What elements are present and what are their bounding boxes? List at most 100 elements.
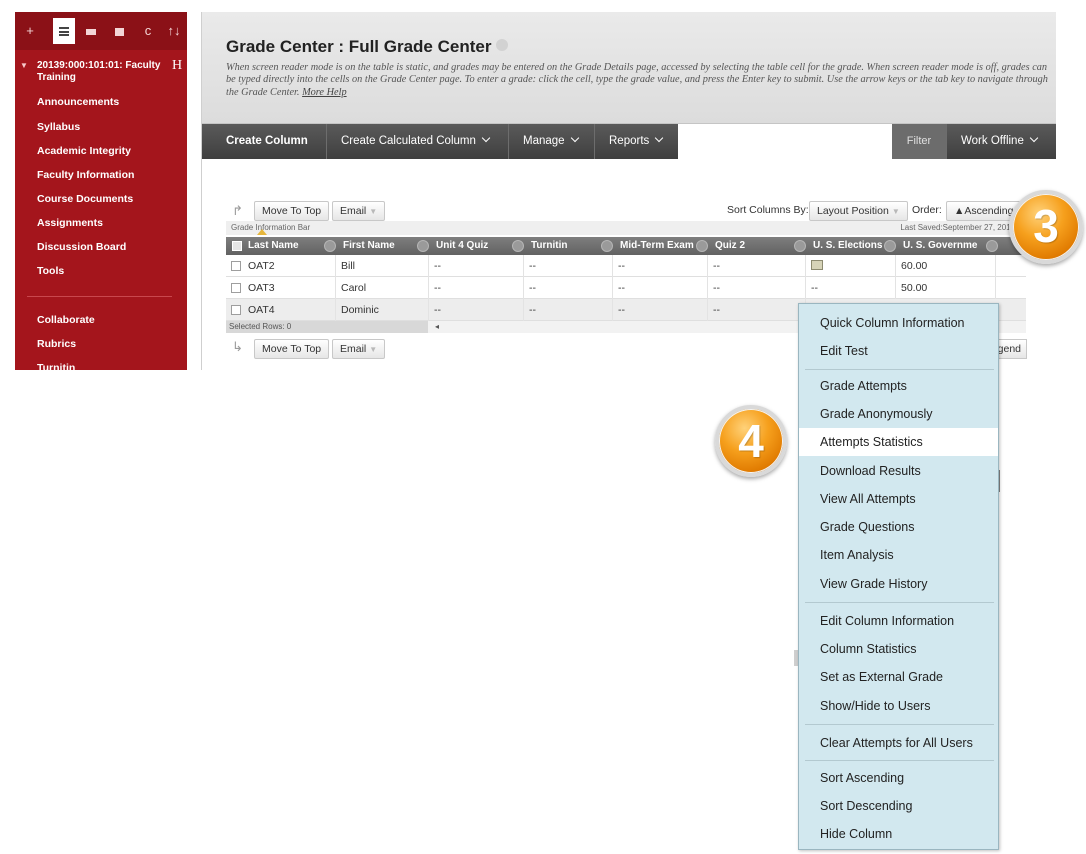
collapse-caret-icon[interactable]: ▼ — [20, 61, 28, 70]
page-description: When screen reader mode is on the table … — [226, 62, 1051, 99]
cell-last-name[interactable]: OAT4 — [243, 299, 336, 321]
page-header: Grade Center : Full Grade Center When sc… — [202, 12, 1056, 124]
menu-item-edit-column-information[interactable]: Edit Column Information — [799, 607, 998, 635]
column-options-icon[interactable] — [794, 240, 806, 252]
menu-item-quick-column-information[interactable]: Quick Column Information — [799, 309, 998, 337]
sidebar-item-collaborate[interactable]: Collaborate — [37, 314, 95, 326]
menu-item-sort-descending[interactable]: Sort Descending — [799, 792, 998, 820]
refresh-icon[interactable]: c — [137, 18, 159, 44]
sidebar-item-discussion-board[interactable]: Discussion Board — [37, 241, 126, 253]
column-options-icon[interactable] — [601, 240, 613, 252]
menu-item-grade-questions[interactable]: Grade Questions — [799, 513, 998, 541]
grade-cell[interactable]: -- — [613, 299, 708, 321]
email-button-bottom[interactable]: Email ▼ — [332, 339, 386, 359]
grade-cell[interactable]: 50.00 — [896, 277, 996, 299]
column-header-last-name[interactable]: Last Name — [248, 237, 299, 255]
sidebar-item-rubrics[interactable]: Rubrics — [37, 338, 76, 350]
sidebar-item-announcements[interactable]: Announcements — [37, 96, 119, 108]
column-header-unit-4-quiz[interactable]: Unit 4 Quiz — [436, 237, 488, 255]
menu-item-attempts-statistics[interactable]: Attempts Statistics — [799, 428, 998, 456]
sort-icon[interactable]: ↑↓ — [163, 18, 185, 44]
row-checkbox[interactable] — [231, 305, 241, 315]
cell-first-name[interactable]: Carol — [336, 277, 429, 299]
grade-cell[interactable]: -- — [613, 277, 708, 299]
grade-cell[interactable]: -- — [613, 255, 708, 277]
more-help-link[interactable]: More Help — [302, 87, 347, 98]
grade-cell[interactable]: -- — [806, 277, 896, 299]
description-text: When screen reader mode is on the table … — [226, 62, 1048, 98]
column-header-first-name[interactable]: First Name — [343, 237, 395, 255]
create-column-button[interactable]: Create Column — [212, 124, 308, 159]
column-header-turnitin[interactable]: Turnitin — [531, 237, 567, 255]
row-checkbox[interactable] — [231, 283, 241, 293]
course-title[interactable]: 20139:000:101:01: Faculty Training — [37, 60, 187, 84]
window-icon[interactable] — [108, 18, 130, 44]
column-header-us-elections[interactable]: U. S. Elections — [813, 237, 882, 255]
order-value: ▲Ascending — [954, 205, 1014, 217]
menu-item-view-all-attempts[interactable]: View All Attempts — [799, 485, 998, 513]
column-header-quiz-2[interactable]: Quiz 2 — [715, 237, 745, 255]
menu-item-grade-anonymously[interactable]: Grade Anonymously — [799, 400, 998, 428]
menu-item-edit-test[interactable]: Edit Test — [799, 337, 998, 365]
list-icon[interactable] — [53, 18, 75, 44]
column-options-icon[interactable] — [512, 240, 524, 252]
grade-cell[interactable]: -- — [524, 299, 613, 321]
menu-item-item-analysis[interactable]: Item Analysis — [799, 541, 998, 569]
move-to-top-button[interactable]: Move To Top — [254, 201, 330, 221]
plus-icon[interactable]: + — [19, 18, 41, 44]
menu-item-view-grade-history[interactable]: View Grade History — [799, 570, 998, 598]
manage-menu[interactable]: Manage — [508, 124, 579, 159]
cell-last-name[interactable]: OAT3 — [243, 277, 336, 299]
column-options-icon[interactable] — [417, 240, 429, 252]
menu-item-column-statistics[interactable]: Column Statistics — [799, 635, 998, 663]
folder-icon[interactable] — [80, 18, 102, 44]
grade-cell[interactable]: -- — [708, 277, 806, 299]
column-options-icon[interactable] — [884, 240, 896, 252]
grade-cell[interactable]: -- — [524, 277, 613, 299]
menu-item-sort-ascending[interactable]: Sort Ascending — [799, 764, 998, 792]
cell-last-name[interactable]: OAT2 — [243, 255, 336, 277]
menu-item-download-results[interactable]: Download Results — [799, 457, 998, 485]
menu-item-show-hide-to-users[interactable]: Show/Hide to Users — [799, 692, 998, 720]
work-offline-menu[interactable]: Work Offline — [946, 124, 1039, 159]
cell-first-name[interactable]: Bill — [336, 255, 429, 277]
work-offline-label: Work Offline — [961, 135, 1024, 147]
filter-button[interactable]: Filter — [892, 124, 946, 159]
select-all-checkbox[interactable] — [232, 241, 242, 251]
column-header-us-government[interactable]: U. S. Governme — [903, 237, 977, 255]
grade-cell[interactable]: -- — [429, 255, 524, 277]
sidebar-item-academic-integrity[interactable]: Academic Integrity — [37, 145, 131, 157]
menu-item-clear-attempts-for-all-users[interactable]: Clear Attempts for All Users — [799, 729, 998, 757]
menu-item-hide-column[interactable]: Hide Column — [799, 820, 998, 848]
email-button[interactable]: Email ▼ — [332, 201, 386, 221]
column-header-mid-term-exam[interactable]: Mid-Term Exam — [620, 237, 694, 255]
cell-first-name[interactable]: Dominic — [336, 299, 429, 321]
sort-columns-select[interactable]: Layout Position ▼ — [809, 201, 908, 221]
column-options-icon[interactable] — [324, 240, 336, 252]
scroll-left-arrow-icon[interactable]: ◂ — [435, 321, 439, 333]
sidebar-item-tools[interactable]: Tools — [37, 265, 64, 277]
chevron-down-icon — [481, 133, 491, 143]
row-checkbox[interactable] — [231, 261, 241, 271]
sidebar-item-turnitin[interactable]: Turnitin — [37, 362, 75, 370]
move-to-top-button-bottom[interactable]: Move To Top — [254, 339, 330, 359]
column-options-icon[interactable] — [986, 240, 998, 252]
grade-cell[interactable]: -- — [708, 299, 806, 321]
grade-cell[interactable]: -- — [429, 299, 524, 321]
create-calculated-column-menu[interactable]: Create Calculated Column — [326, 124, 491, 159]
grade-cell[interactable]: 60.00 — [896, 255, 996, 277]
reports-menu[interactable]: Reports — [594, 124, 664, 159]
column-options-icon[interactable] — [696, 240, 708, 252]
sidebar-item-faculty-information[interactable]: Faculty Information — [37, 169, 134, 181]
sidebar-item-syllabus[interactable]: Syllabus — [37, 121, 80, 133]
title-options-icon[interactable] — [496, 39, 509, 51]
grade-cell[interactable]: -- — [524, 255, 613, 277]
grade-cell[interactable]: -- — [429, 277, 524, 299]
sidebar-item-assignments[interactable]: Assignments — [37, 217, 103, 229]
menu-item-grade-attempts[interactable]: Grade Attempts — [799, 372, 998, 400]
menu-item-set-as-external-grade[interactable]: Set as External Grade — [799, 663, 998, 691]
home-h-icon[interactable]: H — [172, 58, 182, 74]
grade-cell[interactable]: -- — [708, 255, 806, 277]
sidebar-item-course-documents[interactable]: Course Documents — [37, 193, 133, 205]
grade-cell[interactable] — [806, 255, 896, 277]
